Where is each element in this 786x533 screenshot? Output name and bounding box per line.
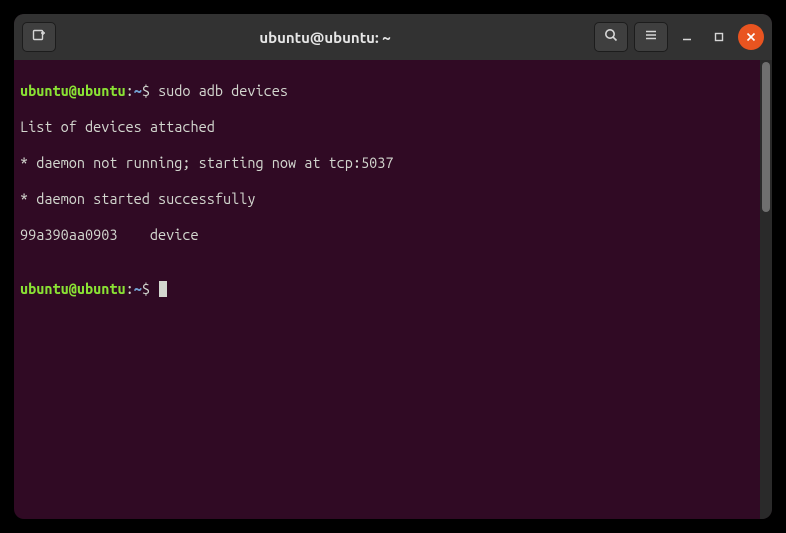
prompt-colon: :	[126, 82, 134, 99]
prompt-userhost: ubuntu@ubuntu	[20, 82, 126, 99]
output-line: 99a390aa0903 device	[20, 226, 754, 244]
scrollbar-thumb[interactable]	[762, 62, 770, 212]
terminal-body[interactable]: ubuntu@ubuntu:~$ sudo adb devices List o…	[14, 60, 760, 519]
prompt-path: ~	[134, 82, 142, 99]
minimize-icon	[682, 28, 692, 46]
maximize-button[interactable]	[706, 24, 732, 50]
prompt-line-1: ubuntu@ubuntu:~$ sudo adb devices	[20, 82, 754, 100]
prompt-userhost: ubuntu@ubuntu	[20, 280, 126, 297]
new-tab-icon	[31, 27, 47, 47]
output-line: List of devices attached	[20, 118, 754, 136]
search-button[interactable]	[594, 22, 628, 52]
titlebar: ubuntu@ubuntu: ~	[14, 14, 772, 60]
prompt-dollar: $	[142, 280, 150, 297]
close-button[interactable]	[738, 24, 764, 50]
close-icon	[746, 28, 756, 46]
command-text: sudo adb devices	[158, 82, 288, 99]
minimize-button[interactable]	[674, 24, 700, 50]
search-icon	[603, 27, 619, 47]
prompt-colon: :	[126, 280, 134, 297]
content-area: ubuntu@ubuntu:~$ sudo adb devices List o…	[14, 60, 772, 519]
menu-button[interactable]	[634, 22, 668, 52]
prompt-dollar: $	[142, 82, 150, 99]
output-line: * daemon not running; starting now at tc…	[20, 154, 754, 172]
hamburger-icon	[643, 27, 659, 47]
scrollbar[interactable]	[760, 60, 772, 519]
terminal-window: ubuntu@ubuntu: ~	[14, 14, 772, 519]
cursor	[159, 281, 167, 297]
maximize-icon	[714, 28, 724, 46]
output-line: * daemon started successfully	[20, 190, 754, 208]
prompt-path: ~	[134, 280, 142, 297]
new-tab-button[interactable]	[22, 22, 56, 52]
window-title: ubuntu@ubuntu: ~	[62, 29, 588, 46]
prompt-line-2: ubuntu@ubuntu:~$	[20, 280, 754, 298]
